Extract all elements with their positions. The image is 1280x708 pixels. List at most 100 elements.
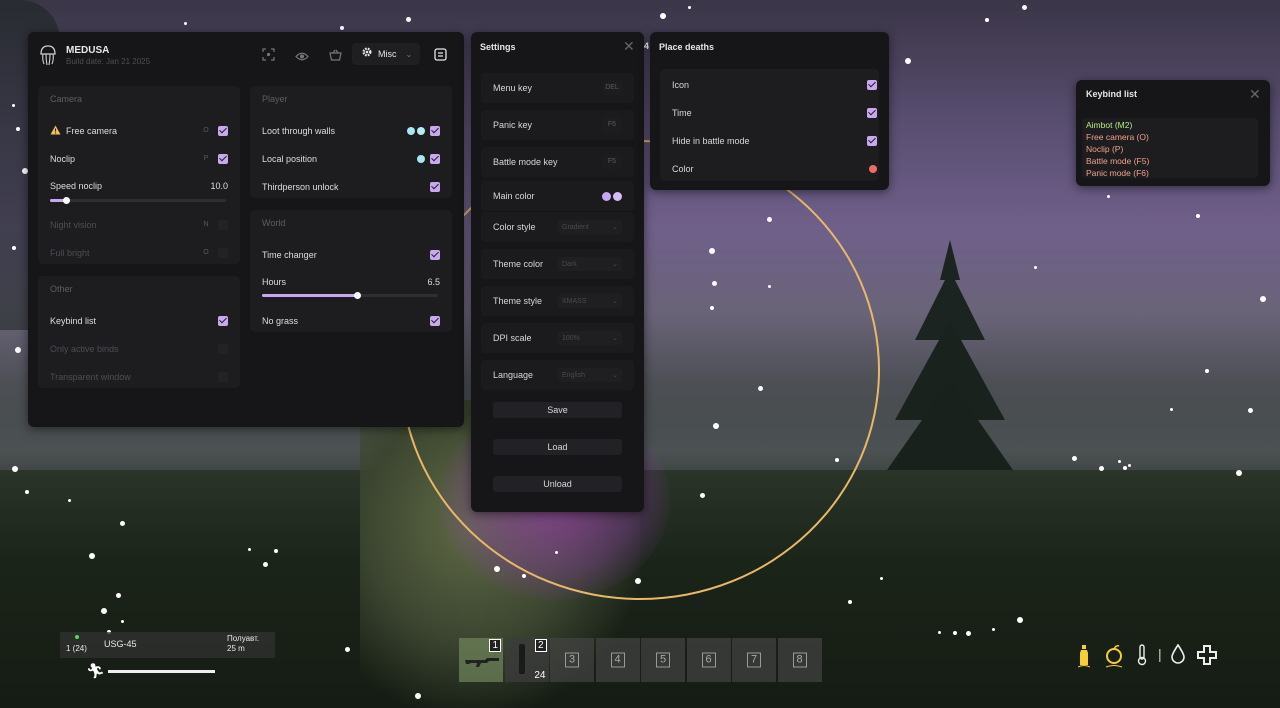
- snowflake: [880, 577, 883, 580]
- snowflake: [89, 553, 95, 559]
- settings-window: Settings ✕ Menu key DEL Panic key F6 Bat…: [471, 32, 644, 512]
- keybind-list-row[interactable]: Keybind list: [50, 312, 228, 330]
- keybind-list-checkbox[interactable]: [218, 316, 228, 326]
- build-date: Build date: Jan 21 2025: [66, 57, 151, 66]
- local-position-checkbox[interactable]: [430, 154, 440, 164]
- load-button[interactable]: Load: [493, 439, 622, 455]
- thirdperson-unlock-label: Thirdperson unlock: [262, 182, 339, 192]
- snowflake: [494, 566, 500, 572]
- theme-style-select[interactable]: XMASS ⌄: [558, 294, 622, 308]
- basket-icon[interactable]: [329, 48, 342, 66]
- hotbar-slot-4[interactable]: 4: [595, 638, 640, 682]
- keybind-list-close-icon[interactable]: ✕: [1249, 87, 1261, 101]
- local-position-row[interactable]: Local position: [262, 150, 440, 168]
- loot-through-walls-checkbox[interactable]: [430, 126, 440, 136]
- main-color-swatch-2[interactable]: [613, 191, 622, 201]
- thirdperson-unlock-row[interactable]: Thirdperson unlock: [262, 178, 440, 196]
- dpi-scale-select[interactable]: 100% ⌄: [558, 331, 622, 345]
- screen-capture-icon[interactable]: [262, 48, 275, 66]
- loot-through-walls-row[interactable]: Loot through walls: [262, 122, 440, 140]
- time-changer-checkbox[interactable]: [430, 250, 440, 260]
- hotbar-slot-2[interactable]: 2 24: [504, 638, 549, 682]
- divider: |: [1158, 646, 1162, 662]
- icon-row[interactable]: Icon: [662, 76, 877, 94]
- full-bright-row[interactable]: Full bright O: [50, 244, 228, 262]
- color-row[interactable]: Color: [662, 160, 877, 178]
- transparent-window-row[interactable]: Transparent window: [50, 368, 228, 386]
- time-checkbox[interactable]: [867, 108, 877, 118]
- speed-noclip-slider[interactable]: [50, 197, 226, 204]
- save-button[interactable]: Save: [493, 402, 622, 418]
- tab-misc[interactable]: Misc ⌄: [352, 43, 420, 65]
- battle-mode-key-value[interactable]: F5: [602, 155, 622, 169]
- speed-noclip-knob[interactable]: [62, 197, 70, 204]
- food-apple-icon: [1104, 644, 1124, 673]
- hotbar-slot-1[interactable]: 1: [459, 638, 503, 682]
- night-vision-row[interactable]: Night vision N: [50, 216, 228, 234]
- free-camera-checkbox[interactable]: [218, 126, 228, 136]
- time-changer-row[interactable]: Time changer: [262, 246, 440, 264]
- time-label: Time: [672, 108, 692, 118]
- loot-color-swatch-1[interactable]: [407, 127, 415, 135]
- free-camera-key[interactable]: O: [199, 124, 213, 138]
- keybind-list-label: Keybind list: [50, 316, 97, 326]
- full-bright-key[interactable]: O: [199, 246, 213, 260]
- only-active-binds-row[interactable]: Only active binds: [50, 340, 228, 358]
- theme-color-select[interactable]: Dark ⌄: [558, 257, 622, 271]
- hotbar-slot-8[interactable]: 8: [777, 638, 822, 682]
- main-color-label: Main color: [493, 191, 535, 201]
- snowflake: [905, 58, 911, 64]
- hotbar-slot-6[interactable]: 6: [686, 638, 731, 682]
- no-grass-checkbox[interactable]: [430, 316, 440, 326]
- settings-close-icon[interactable]: ✕: [623, 39, 635, 53]
- thirdperson-unlock-checkbox[interactable]: [430, 182, 440, 192]
- unload-button[interactable]: Unload: [493, 476, 622, 492]
- config-icon[interactable]: [434, 48, 447, 66]
- menu-key-value[interactable]: DEL: [602, 81, 622, 95]
- hotbar-slot-7[interactable]: 7: [732, 638, 776, 682]
- main-color-swatch-1[interactable]: [602, 191, 611, 201]
- slot-number: 2: [534, 639, 547, 652]
- free-camera-label: Free camera: [66, 126, 118, 136]
- snowflake: [25, 490, 29, 494]
- death-color-swatch[interactable]: [869, 165, 877, 173]
- icon-label: Icon: [672, 80, 690, 90]
- place-deaths-title: Place deaths: [659, 42, 715, 52]
- free-camera-row[interactable]: Free camera O: [50, 122, 228, 140]
- color-style-row: Color style Gradient ⌄: [481, 212, 634, 242]
- eye-icon[interactable]: [295, 49, 309, 67]
- icon-checkbox[interactable]: [867, 80, 877, 90]
- no-grass-row[interactable]: No grass: [262, 312, 440, 330]
- night-vision-key[interactable]: N: [199, 218, 213, 232]
- slot-number: 6: [701, 652, 716, 668]
- snowflake: [768, 285, 771, 288]
- hotbar-slot-3[interactable]: 3: [550, 638, 594, 682]
- slot-number: 3: [565, 652, 579, 668]
- loot-color-swatch-2[interactable]: [417, 127, 425, 135]
- snowflake: [1205, 369, 1209, 373]
- color-style-select[interactable]: Gradient ⌄: [558, 220, 622, 234]
- full-bright-checkbox[interactable]: [218, 248, 228, 258]
- world-section-title: World: [262, 218, 286, 228]
- hours-slider[interactable]: [262, 292, 438, 299]
- only-active-binds-checkbox[interactable]: [218, 344, 228, 354]
- snowflake: [1099, 466, 1104, 471]
- language-select[interactable]: English ⌄: [558, 368, 622, 382]
- local-position-color-swatch[interactable]: [417, 155, 425, 163]
- noclip-checkbox[interactable]: [218, 154, 228, 164]
- hours-knob[interactable]: [354, 292, 362, 299]
- hotbar-slot-5[interactable]: 5: [641, 638, 685, 682]
- noclip-row[interactable]: Noclip P: [50, 150, 228, 168]
- night-vision-checkbox[interactable]: [218, 220, 228, 230]
- time-row[interactable]: Time: [662, 104, 877, 122]
- snowflake: [340, 26, 344, 30]
- hide-in-battle-mode-row[interactable]: Hide in battle mode: [662, 132, 877, 150]
- hide-in-battle-mode-checkbox[interactable]: [867, 136, 877, 146]
- noclip-key[interactable]: P: [199, 152, 213, 166]
- chevron-down-icon: ⌄: [612, 261, 618, 268]
- transparent-window-checkbox[interactable]: [218, 372, 228, 382]
- ammo-count: 1 (24): [66, 644, 87, 653]
- panic-key-value[interactable]: F6: [602, 118, 622, 132]
- app-name: MEDUSA: [66, 45, 110, 56]
- loot-through-walls-label: Loot through walls: [262, 126, 336, 136]
